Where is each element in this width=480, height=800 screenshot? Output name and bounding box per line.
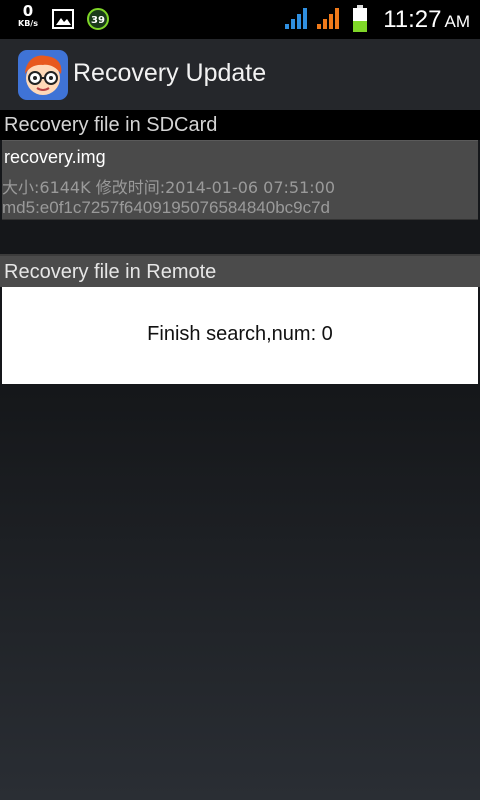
remote-results-panel: Finish search,num: 0 — [2, 287, 478, 384]
remote-search-status: Finish search,num: 0 — [147, 323, 333, 345]
battery-icon — [353, 5, 367, 32]
page-title: Recovery Update — [73, 59, 267, 87]
network-speed-value: 0 — [22, 2, 34, 20]
status-clock: 11:27 AM — [383, 6, 470, 34]
badge-number: 39 — [91, 15, 105, 26]
sdcard-section-header: Recovery file in SDCard — [0, 110, 480, 140]
remote-section-header: Recovery file in Remote — [0, 254, 480, 287]
file-md5: md5:e0f1c7257f6409195076584840bc9c7d — [2, 198, 331, 217]
badge-notification-icon: 39 — [87, 8, 109, 30]
network-speed-unit: KB/s — [18, 19, 38, 28]
sdcard-file-item[interactable]: recovery.img 大小:6144K 修改时间:2014-01-06 07… — [2, 140, 478, 220]
clock-time: 11:27 — [383, 6, 442, 33]
network-speed-indicator: 0 KB/s — [14, 4, 42, 29]
signal-sim1-icon — [285, 8, 307, 29]
clock-ampm: AM — [444, 12, 471, 31]
file-size-modified: 大小:6144K 修改时间:2014-01-06 07:51:00 — [2, 178, 336, 197]
image-notification-icon — [52, 9, 74, 29]
action-bar: Recovery Update — [0, 38, 480, 111]
status-bar: 0 KB/s 39 11:27 AM — [0, 0, 480, 38]
signal-sim2-icon — [317, 8, 339, 29]
app-logo-icon[interactable] — [18, 50, 68, 100]
file-name: recovery.img — [4, 147, 106, 167]
